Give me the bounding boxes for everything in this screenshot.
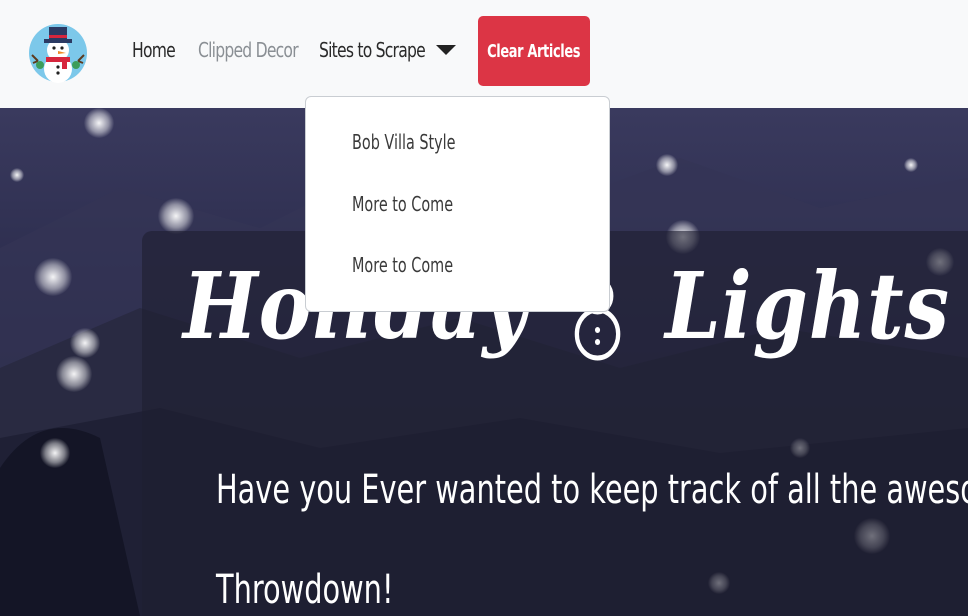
snowflake [34,258,72,296]
snowflake [70,328,100,358]
navbar: Home Clipped Decor Sites to Scrape Clear… [0,0,968,108]
sites-dropdown-menu: Bob Villa Style More to Come More to Com… [305,96,610,312]
page: Home Clipped Decor Sites to Scrape Clear… [0,0,968,616]
snowflake [904,158,918,172]
dropdown-item-bob-villa[interactable]: Bob Villa Style [352,130,456,154]
hero-description-line2: Throwdown! [216,567,394,613]
snowman-icon [29,24,87,83]
snowflake [56,356,92,392]
caret-down-icon[interactable] [436,45,456,55]
snowflake [10,168,24,182]
clear-articles-button[interactable]: Clear Articles [478,16,590,86]
snowflake [40,438,70,468]
brand-logo[interactable] [28,23,88,83]
hero-title-lights: Lights [665,252,950,360]
clear-articles-label: Clear Articles [487,40,581,62]
hero-description-line1: Have you Ever wanted to keep track of al… [216,467,968,513]
nav-link-clipped-decor[interactable]: Clipped Decor [198,38,299,62]
hero-description: Have you Ever wanted to keep track of al… [216,440,968,616]
nav-link-sites-to-scrape[interactable]: Sites to Scrape [319,38,426,62]
snowflake [656,154,678,176]
nav-link-home[interactable]: Home [132,38,176,62]
snowflake [158,198,194,234]
snowflake [84,108,114,138]
dropdown-item-more-to-come[interactable]: More to Come [352,253,453,277]
dropdown-item-more-to-come[interactable]: More to Come [352,192,453,216]
